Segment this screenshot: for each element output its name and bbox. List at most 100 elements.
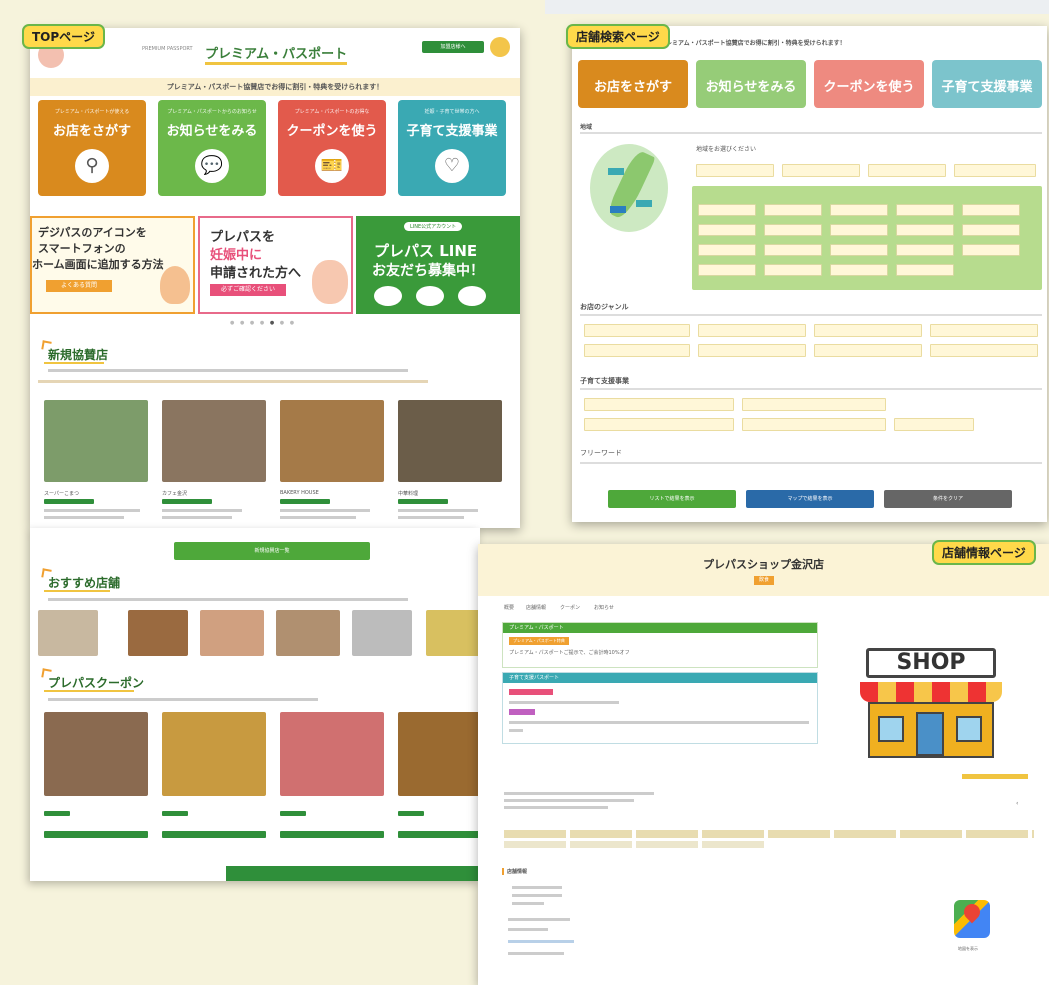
city-chip[interactable] (896, 244, 954, 256)
tab-label: 子育て支援事業 (941, 80, 1033, 95)
area-map[interactable] (590, 144, 668, 232)
shop-photo[interactable] (44, 400, 148, 482)
tab-label: クーポンを使う (823, 80, 915, 95)
card-coupon[interactable]: プレミアム・パスポートのお得な クーポンを使う 🎫 (278, 100, 386, 196)
city-chip[interactable] (698, 264, 756, 276)
recommended-photo[interactable] (426, 610, 480, 656)
search-tab-news[interactable]: お知らせをみる (696, 60, 806, 108)
area-chip[interactable] (782, 164, 860, 177)
recommended-photo[interactable] (352, 610, 412, 656)
city-chip[interactable] (962, 244, 1020, 256)
shop-name[interactable]: カフェ金沢 (162, 490, 187, 497)
city-chip[interactable] (830, 264, 888, 276)
header-button[interactable]: 加盟店様へ (422, 41, 484, 53)
city-chip[interactable] (830, 244, 888, 256)
city-chip[interactable] (896, 224, 954, 236)
map-region-label[interactable] (636, 200, 652, 207)
header-face-icon[interactable] (490, 37, 510, 57)
coupon-photo[interactable] (398, 712, 480, 796)
search-tab-find-shop[interactable]: お店をさがす (578, 60, 688, 108)
map-link[interactable]: 地図を表示 (958, 946, 978, 952)
info-tab[interactable]: 概要 (504, 604, 514, 611)
privilege-box: プレミアム・パスポート プレミアム・パスポート特典 プレミアム・パスポートご提示… (502, 622, 818, 668)
city-chip[interactable] (764, 204, 822, 216)
recommended-photo[interactable] (276, 610, 340, 656)
city-chip[interactable] (830, 204, 888, 216)
search-tab-childcare[interactable]: 子育て支援事業 (932, 60, 1042, 108)
city-chip[interactable] (698, 244, 756, 256)
recommended-photo[interactable] (128, 610, 188, 656)
genre-chip[interactable] (930, 324, 1038, 337)
card-news[interactable]: プレミアム・パスポートからのお知らせ お知らせをみる 💬 (158, 100, 266, 196)
city-chip[interactable] (698, 204, 756, 216)
clear-conditions-button[interactable]: 条件をクリア (884, 490, 1012, 508)
genre-chip[interactable] (698, 324, 806, 337)
coupon-button[interactable] (162, 831, 266, 838)
city-chip[interactable] (896, 204, 954, 216)
map-results-button[interactable]: マップで結果を表示 (746, 490, 874, 508)
faq-button[interactable]: よくある質問 (46, 280, 112, 292)
banner-line: 妊娠中に (210, 248, 263, 263)
list-results-button[interactable]: リストで結果を表示 (608, 490, 736, 508)
map-region-label[interactable] (608, 168, 624, 175)
city-chip[interactable] (764, 224, 822, 236)
coupon-photo[interactable] (44, 712, 148, 796)
description-line (504, 806, 608, 809)
site-logo[interactable]: プレミアム・パスポート (205, 43, 348, 65)
genre-chip[interactable] (584, 324, 690, 337)
card-find-shop[interactable]: プレミアム・パスポートが使える お店をさがす ⚲ (38, 100, 146, 196)
keyword-input[interactable] (580, 462, 1042, 464)
info-row (512, 886, 562, 889)
genre-chip[interactable] (814, 324, 922, 337)
support-chip[interactable] (742, 418, 886, 431)
info-tab[interactable]: お知らせ (594, 604, 614, 611)
card-childcare[interactable]: 妊娠・子育て世帯の方へ 子育て支援事業 ♡ (398, 100, 506, 196)
genre-chip[interactable] (814, 344, 922, 357)
search-tab-coupon[interactable]: クーポンを使う (814, 60, 924, 108)
coupon-tag (162, 811, 188, 816)
city-chip[interactable] (896, 264, 954, 276)
city-chip[interactable] (698, 224, 756, 236)
area-chip[interactable] (954, 164, 1036, 177)
genre-chip[interactable] (584, 344, 690, 357)
banner-pregnancy[interactable]: プレパスを 妊娠中に 申請された方へ 必ずご確認ください (198, 216, 353, 314)
shop-photo[interactable] (398, 400, 502, 482)
shop-photo[interactable] (162, 400, 266, 482)
genre-chip[interactable] (930, 344, 1038, 357)
google-maps-icon[interactable] (954, 900, 990, 938)
coupon-photo[interactable] (280, 712, 384, 796)
coupon-button[interactable] (44, 831, 148, 838)
coupon-photo[interactable] (162, 712, 266, 796)
support-chip[interactable] (894, 418, 974, 431)
area-chip[interactable] (696, 164, 774, 177)
new-shops-list-button[interactable]: 新規協賛店一覧 (174, 542, 370, 560)
support-chip[interactable] (584, 398, 734, 411)
shop-name[interactable]: スーパーこまつ (44, 490, 79, 497)
recommended-photo[interactable] (38, 610, 98, 656)
coupon-button[interactable] (280, 831, 384, 838)
shop-photo[interactable] (280, 400, 384, 482)
area-chip[interactable] (868, 164, 946, 177)
map-region-label[interactable] (610, 206, 626, 213)
city-chip[interactable] (962, 204, 1020, 216)
info-tab[interactable]: クーポン (560, 604, 580, 611)
support-chip[interactable] (584, 418, 734, 431)
shop-name[interactable]: 中華料理 (398, 490, 418, 497)
city-chip[interactable] (764, 244, 822, 256)
city-chip[interactable] (764, 264, 822, 276)
share-icon[interactable]: ‹ (1016, 800, 1018, 807)
banner-line-friends[interactable]: LINE公式アカウント プレパス LINE お友だち募集中！ (356, 216, 520, 314)
check-button[interactable]: 必ずご確認ください (210, 284, 286, 296)
banner-digipass[interactable]: デジパスのアイコンを スマートフォンの ホーム画面に追加する方法 よくある質問 (30, 216, 195, 314)
section-title-coupons: プレパスクーポン (48, 676, 145, 690)
genre-chip[interactable] (698, 344, 806, 357)
carousel-dots[interactable]: ● ● ● ● ● ● ● (230, 320, 296, 326)
info-tab[interactable]: 店舗情報 (526, 604, 546, 611)
city-chip[interactable] (962, 224, 1020, 236)
recommended-photo[interactable] (200, 610, 264, 656)
support-chip[interactable] (742, 398, 886, 411)
shop-detail-line (398, 516, 464, 519)
shop-name[interactable]: BAKERY HOUSE (280, 490, 319, 496)
city-chip[interactable] (830, 224, 888, 236)
coupon-button[interactable] (398, 831, 480, 838)
